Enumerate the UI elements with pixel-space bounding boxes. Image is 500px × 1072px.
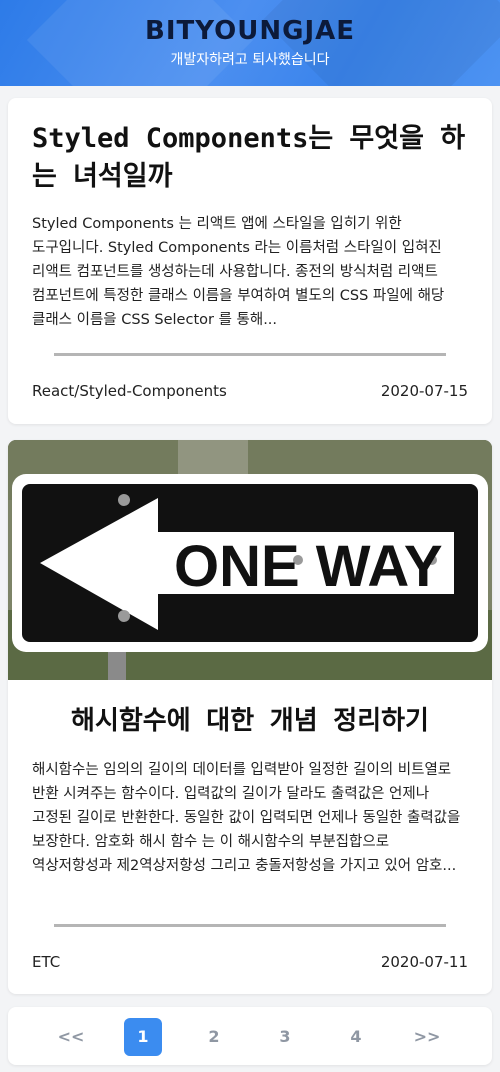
page-button-2[interactable]: 2	[195, 1018, 233, 1056]
post-thumbnail[interactable]: ONE WAY	[8, 440, 492, 680]
post-category[interactable]: React/Styled-Components	[32, 382, 227, 400]
pagination: << 1 2 3 4 >>	[8, 1007, 492, 1065]
page-button-4[interactable]: 4	[337, 1018, 375, 1056]
post-title[interactable]: 해시함수에 대한 개념 정리하기	[8, 702, 492, 740]
divider	[54, 353, 446, 356]
one-way-sign-image: ONE WAY	[8, 440, 492, 680]
site-subtitle: 개발자하려고 퇴사했습니다	[170, 52, 330, 68]
page-button-3[interactable]: 3	[266, 1018, 304, 1056]
post-excerpt: Styled Components 는 리액트 앱에 스타일을 입히기 위한 도…	[32, 216, 445, 328]
post-card[interactable]: Styled Components는 무엇을 하는 녀석일까 Styled Co…	[8, 98, 492, 424]
post-meta: ETC 2020-07-11	[32, 953, 468, 971]
post-date: 2020-07-15	[380, 382, 468, 400]
sign-text: ONE WAY	[174, 534, 443, 599]
post-title[interactable]: Styled Components는 무엇을 하는 녀석일까	[32, 120, 472, 196]
first-page-button[interactable]: <<	[52, 1018, 90, 1056]
divider	[54, 924, 446, 927]
site-header: BITYOUNGJAE 개발자하려고 퇴사했습니다	[0, 0, 500, 86]
post-excerpt: 해시함수는 임의의 길이의 데이터를 입력받아 일정한 길이의 비트열로 반환 …	[32, 762, 461, 874]
page-button-1[interactable]: 1	[124, 1018, 162, 1056]
post-category[interactable]: ETC	[32, 953, 60, 971]
last-page-button[interactable]: >>	[408, 1018, 446, 1056]
post-date: 2020-07-11	[380, 953, 468, 971]
post-card[interactable]: ONE WAY 해시함수에 대한 개념 정리하기 해시함수는 임의의 길이의 데…	[8, 440, 492, 994]
post-meta: React/Styled-Components 2020-07-15	[32, 382, 468, 400]
site-title[interactable]: BITYOUNGJAE	[0, 16, 500, 46]
